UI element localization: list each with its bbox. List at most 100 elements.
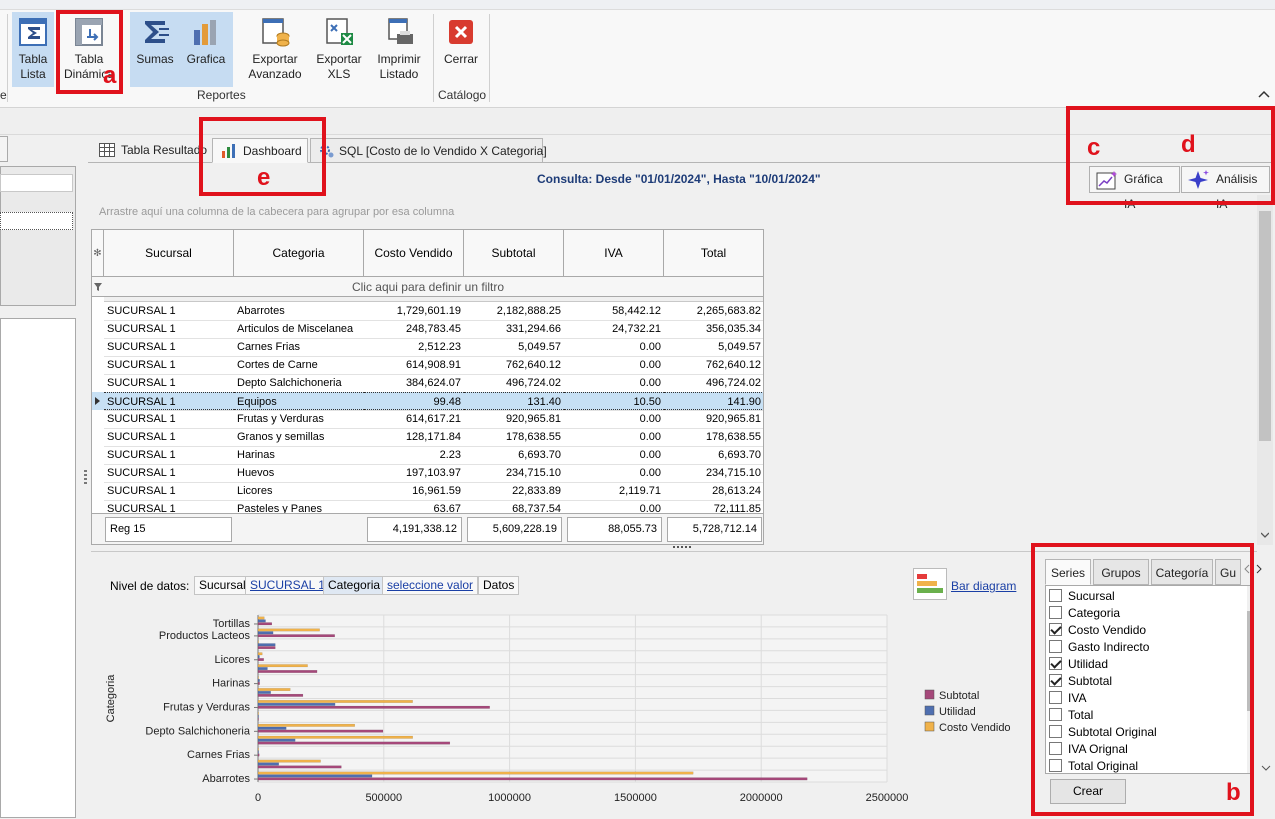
tab-categoria[interactable]: Categoría [1151,559,1213,585]
nivel-chip-sucursal-value[interactable]: SUCURSAL 1 [245,576,330,595]
table-row[interactable]: SUCURSAL 1 Frutas y Verduras 614,617.21 920… [92,410,763,428]
table-row[interactable]: SUCURSAL 1 Articulos de Miscelanea 248,783… [92,320,763,338]
table-cell[interactable]: 0.00 [564,464,664,482]
table-cell[interactable]: Articulos de Miscelanea [234,320,364,338]
vertical-splitter-handle[interactable] [84,470,87,486]
grafica-ia-button[interactable]: Gráfica IA [1089,166,1180,211]
table-row[interactable]: SUCURSAL 1 Harinas 2.23 6,693.70 0.00 6,693.7… [92,446,763,464]
table-row[interactable]: SUCURSAL 1 Abarrotes 1,729,601.19 2,182,888… [92,302,763,320]
tab-scroll-arrows-icon[interactable] [1243,564,1263,574]
exportar-xls-button[interactable]: Exportar XLS [314,12,364,87]
table-cell[interactable]: 248,783.45 [364,320,464,338]
series-item[interactable]: Costo Vendido [1049,622,1146,639]
table-cell[interactable]: 496,724.02 [464,374,564,392]
tab-dashboard[interactable]: Dashboard [212,138,308,163]
series-checkbox[interactable] [1049,708,1062,721]
table-cell[interactable]: Granos y semillas [234,428,364,446]
table-cell[interactable]: SUCURSAL 1 [104,410,234,428]
table-cell[interactable]: 1,729,601.19 [364,302,464,320]
table-cell[interactable]: 141.90 [664,392,763,410]
table-cell[interactable]: SUCURSAL 1 [104,464,234,482]
column-header-sucursal[interactable]: Sucursal [104,230,234,277]
table-cell[interactable]: 16,961.59 [364,482,464,500]
table-cell[interactable]: SUCURSAL 1 [104,446,234,464]
series-checkbox[interactable] [1049,742,1062,755]
column-header-total[interactable]: Total [664,230,763,277]
table-cell[interactable]: 178,638.55 [664,428,763,446]
grafica-button[interactable]: Grafica [183,12,229,87]
table-cell[interactable]: 384,624.07 [364,374,464,392]
chevron-down-icon[interactable] [1261,531,1269,539]
table-cell[interactable]: 920,965.81 [664,410,763,428]
tabla-dinamica-button[interactable]: Tabla Dinámica [58,12,120,87]
series-item[interactable]: Utilidad [1049,656,1108,673]
filter-row[interactable]: Clic aqui para definir un filtro [92,277,763,297]
table-cell[interactable]: 28,613.24 [664,482,763,500]
table-cell[interactable]: 2.23 [364,446,464,464]
tab-series[interactable]: Series [1045,559,1091,585]
table-row[interactable]: SUCURSAL 1 Granos y semillas 128,171.84 178… [92,428,763,446]
table-cell[interactable]: 99.48 [364,392,464,410]
column-header-costo-vendido[interactable]: Costo Vendido [364,230,464,277]
cerrar-button[interactable]: Cerrar [440,12,482,87]
table-cell[interactable]: 197,103.97 [364,464,464,482]
nivel-chip-categoria[interactable]: Categoria [323,576,386,595]
table-cell[interactable]: 58,442.12 [564,302,664,320]
analisis-ia-button[interactable]: Análisis IA [1181,166,1270,211]
series-list-scrollbar[interactable] [1247,586,1253,773]
tab-tabla-resultado[interactable]: Tabla Resultado [90,137,211,162]
series-checkbox[interactable] [1049,606,1062,619]
series-item[interactable]: Total Original [1049,758,1138,773]
table-cell[interactable]: SUCURSAL 1 [104,338,234,356]
exportar-avanzado-button[interactable]: Exportar Avanzado [244,12,306,87]
tab-grupos[interactable]: Grupos [1093,559,1149,585]
tab-sql[interactable]: SQL [Costo de lo Vendido X Categoria] [310,138,547,163]
series-checkbox[interactable] [1049,657,1062,670]
tabla-lista-button[interactable]: Tabla Lista [12,12,54,87]
imprimir-listado-button[interactable]: Imprimir Listado [372,12,426,87]
table-cell[interactable]: 178,638.55 [464,428,564,446]
series-checkbox[interactable] [1049,674,1062,687]
table-cell[interactable]: SUCURSAL 1 [104,428,234,446]
series-checkbox[interactable] [1049,589,1062,602]
table-cell[interactable]: 10.50 [564,392,664,410]
table-cell[interactable]: 2,182,888.25 [464,302,564,320]
left-panel-field[interactable] [0,174,73,192]
nivel-chip-categoria-value[interactable]: seleccione valor [382,576,479,595]
bar-diagram-icon[interactable] [913,568,947,600]
table-cell[interactable]: 331,294.66 [464,320,564,338]
table-cell[interactable]: Equipos [234,392,364,410]
table-row[interactable]: SUCURSAL 1 Depto Salchichoneria 384,624.07… [92,374,763,392]
series-checkbox[interactable] [1049,725,1062,738]
table-cell[interactable]: 6,693.70 [464,446,564,464]
table-cell[interactable]: 0.00 [564,356,664,374]
horizontal-splitter-handle[interactable] [673,546,691,548]
table-cell[interactable]: 496,724.02 [664,374,763,392]
table-cell[interactable]: 22,833.89 [464,482,564,500]
group-by-hint[interactable]: Arrastre aquí una columna de la cabecera… [99,206,454,218]
row-indicator-header[interactable]: ✻ [92,230,104,277]
left-panel-list[interactable] [0,318,76,818]
table-row[interactable]: SUCURSAL 1 Carnes Frias 2,512.23 5,049.57 0.… [92,338,763,356]
table-cell[interactable]: Frutas y Verduras [234,410,364,428]
series-checkbox[interactable] [1049,640,1062,653]
table-cell[interactable]: 5,049.57 [664,338,763,356]
sumas-button[interactable]: Sumas [133,12,177,87]
table-cell[interactable]: 614,617.21 [364,410,464,428]
table-cell[interactable]: SUCURSAL 1 [104,356,234,374]
table-cell[interactable]: 614,908.91 [364,356,464,374]
table-cell[interactable]: 2,512.23 [364,338,464,356]
tab-gu[interactable]: Gu [1215,559,1241,585]
series-item[interactable]: Subtotal Original [1049,724,1157,741]
crear-button[interactable]: Crear [1050,779,1126,804]
left-panel-tab[interactable] [0,136,8,162]
table-row[interactable]: SUCURSAL 1 Cortes de Carne 614,908.91 762,6… [92,356,763,374]
table-cell[interactable]: 762,640.12 [664,356,763,374]
table-cell[interactable]: 6,693.70 [664,446,763,464]
horizontal-splitter[interactable] [91,551,1257,552]
table-cell[interactable]: 0.00 [564,446,664,464]
series-item[interactable]: Sucursal [1049,588,1115,605]
table-cell[interactable]: Abarrotes [234,302,364,320]
chevron-up-icon[interactable] [1258,90,1270,98]
series-checkbox[interactable] [1049,691,1062,704]
